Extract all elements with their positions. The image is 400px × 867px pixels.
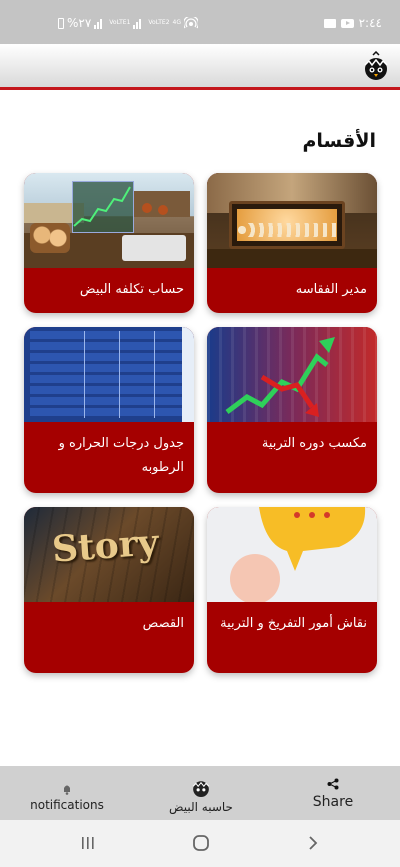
signal-icon-2: [133, 18, 145, 29]
card-label: القصص: [142, 616, 184, 631]
status-right: ٢:٤٤: [323, 16, 382, 30]
battery-icon: [58, 17, 64, 29]
temperature-table-image: [24, 327, 194, 422]
story-text: Story: [50, 521, 160, 571]
card-discussion[interactable]: نقاش أمور التفريخ و التربية: [207, 507, 377, 673]
system-nav-bar: [0, 820, 400, 867]
incubator-image: [207, 173, 377, 268]
home-icon[interactable]: [192, 834, 210, 852]
app-header: [0, 44, 400, 90]
card-label: حساب تكلفه البيض: [79, 282, 184, 297]
nav-egg-calculator[interactable]: حاسبه البيض: [158, 766, 244, 820]
card-incubator-manager[interactable]: مدير الفقاسه: [207, 173, 377, 313]
discussion-image: [207, 507, 377, 602]
nav-notifications-label: notifications: [30, 798, 104, 812]
bottom-nav: notifications حاسبه البيض Share: [0, 766, 400, 820]
card-label: نقاش أمور التفريخ و التربية: [220, 616, 367, 631]
card-label: مكسب دوره التربية: [261, 436, 367, 451]
network-label-2: VoLTE2: [148, 19, 170, 26]
nav-notifications[interactable]: notifications: [24, 766, 110, 820]
status-time: ٢:٤٤: [358, 16, 382, 30]
card-batch-profit[interactable]: مكسب دوره التربية: [207, 327, 377, 493]
story-image: Story: [24, 507, 194, 602]
page-title: الأقسام: [302, 130, 377, 152]
card-label: جدول درجات الحراره و الرطوبه: [58, 436, 184, 475]
status-bar: %٢٧ VoLTE1 VoLTE2 4G ٢:٤٤: [0, 0, 400, 44]
folder-icon: [323, 18, 336, 28]
status-left: %٢٧ VoLTE1 VoLTE2 4G: [58, 16, 198, 30]
profit-chart-image: [207, 327, 377, 422]
egg-cost-image: [24, 173, 194, 268]
bell-icon: [64, 785, 70, 795]
card-label: مدير الفقاسه: [295, 282, 367, 297]
card-egg-cost[interactable]: حساب تكلفه البيض: [24, 173, 194, 313]
card-stories[interactable]: Story القصص: [24, 507, 194, 673]
card-temperature-table[interactable]: جدول درجات الحراره و الرطوبه: [24, 327, 194, 493]
nav-share[interactable]: Share: [298, 766, 368, 820]
network-label-3: 4G: [172, 19, 181, 26]
app-logo-icon[interactable]: [362, 51, 390, 81]
share-icon: [327, 778, 339, 790]
youtube-icon: [340, 18, 354, 28]
network-label-1: VoLTE1: [109, 19, 131, 26]
hotspot-icon: [183, 17, 198, 29]
recent-apps-icon[interactable]: [80, 835, 96, 851]
nav-share-label: Share: [312, 794, 354, 810]
signal-icon: [94, 18, 106, 29]
nav-egg-calculator-label: حاسبه البيض: [169, 800, 233, 814]
back-icon[interactable]: [306, 835, 320, 851]
egg-calculator-icon: [192, 781, 210, 797]
battery-percent: %٢٧: [67, 16, 92, 30]
